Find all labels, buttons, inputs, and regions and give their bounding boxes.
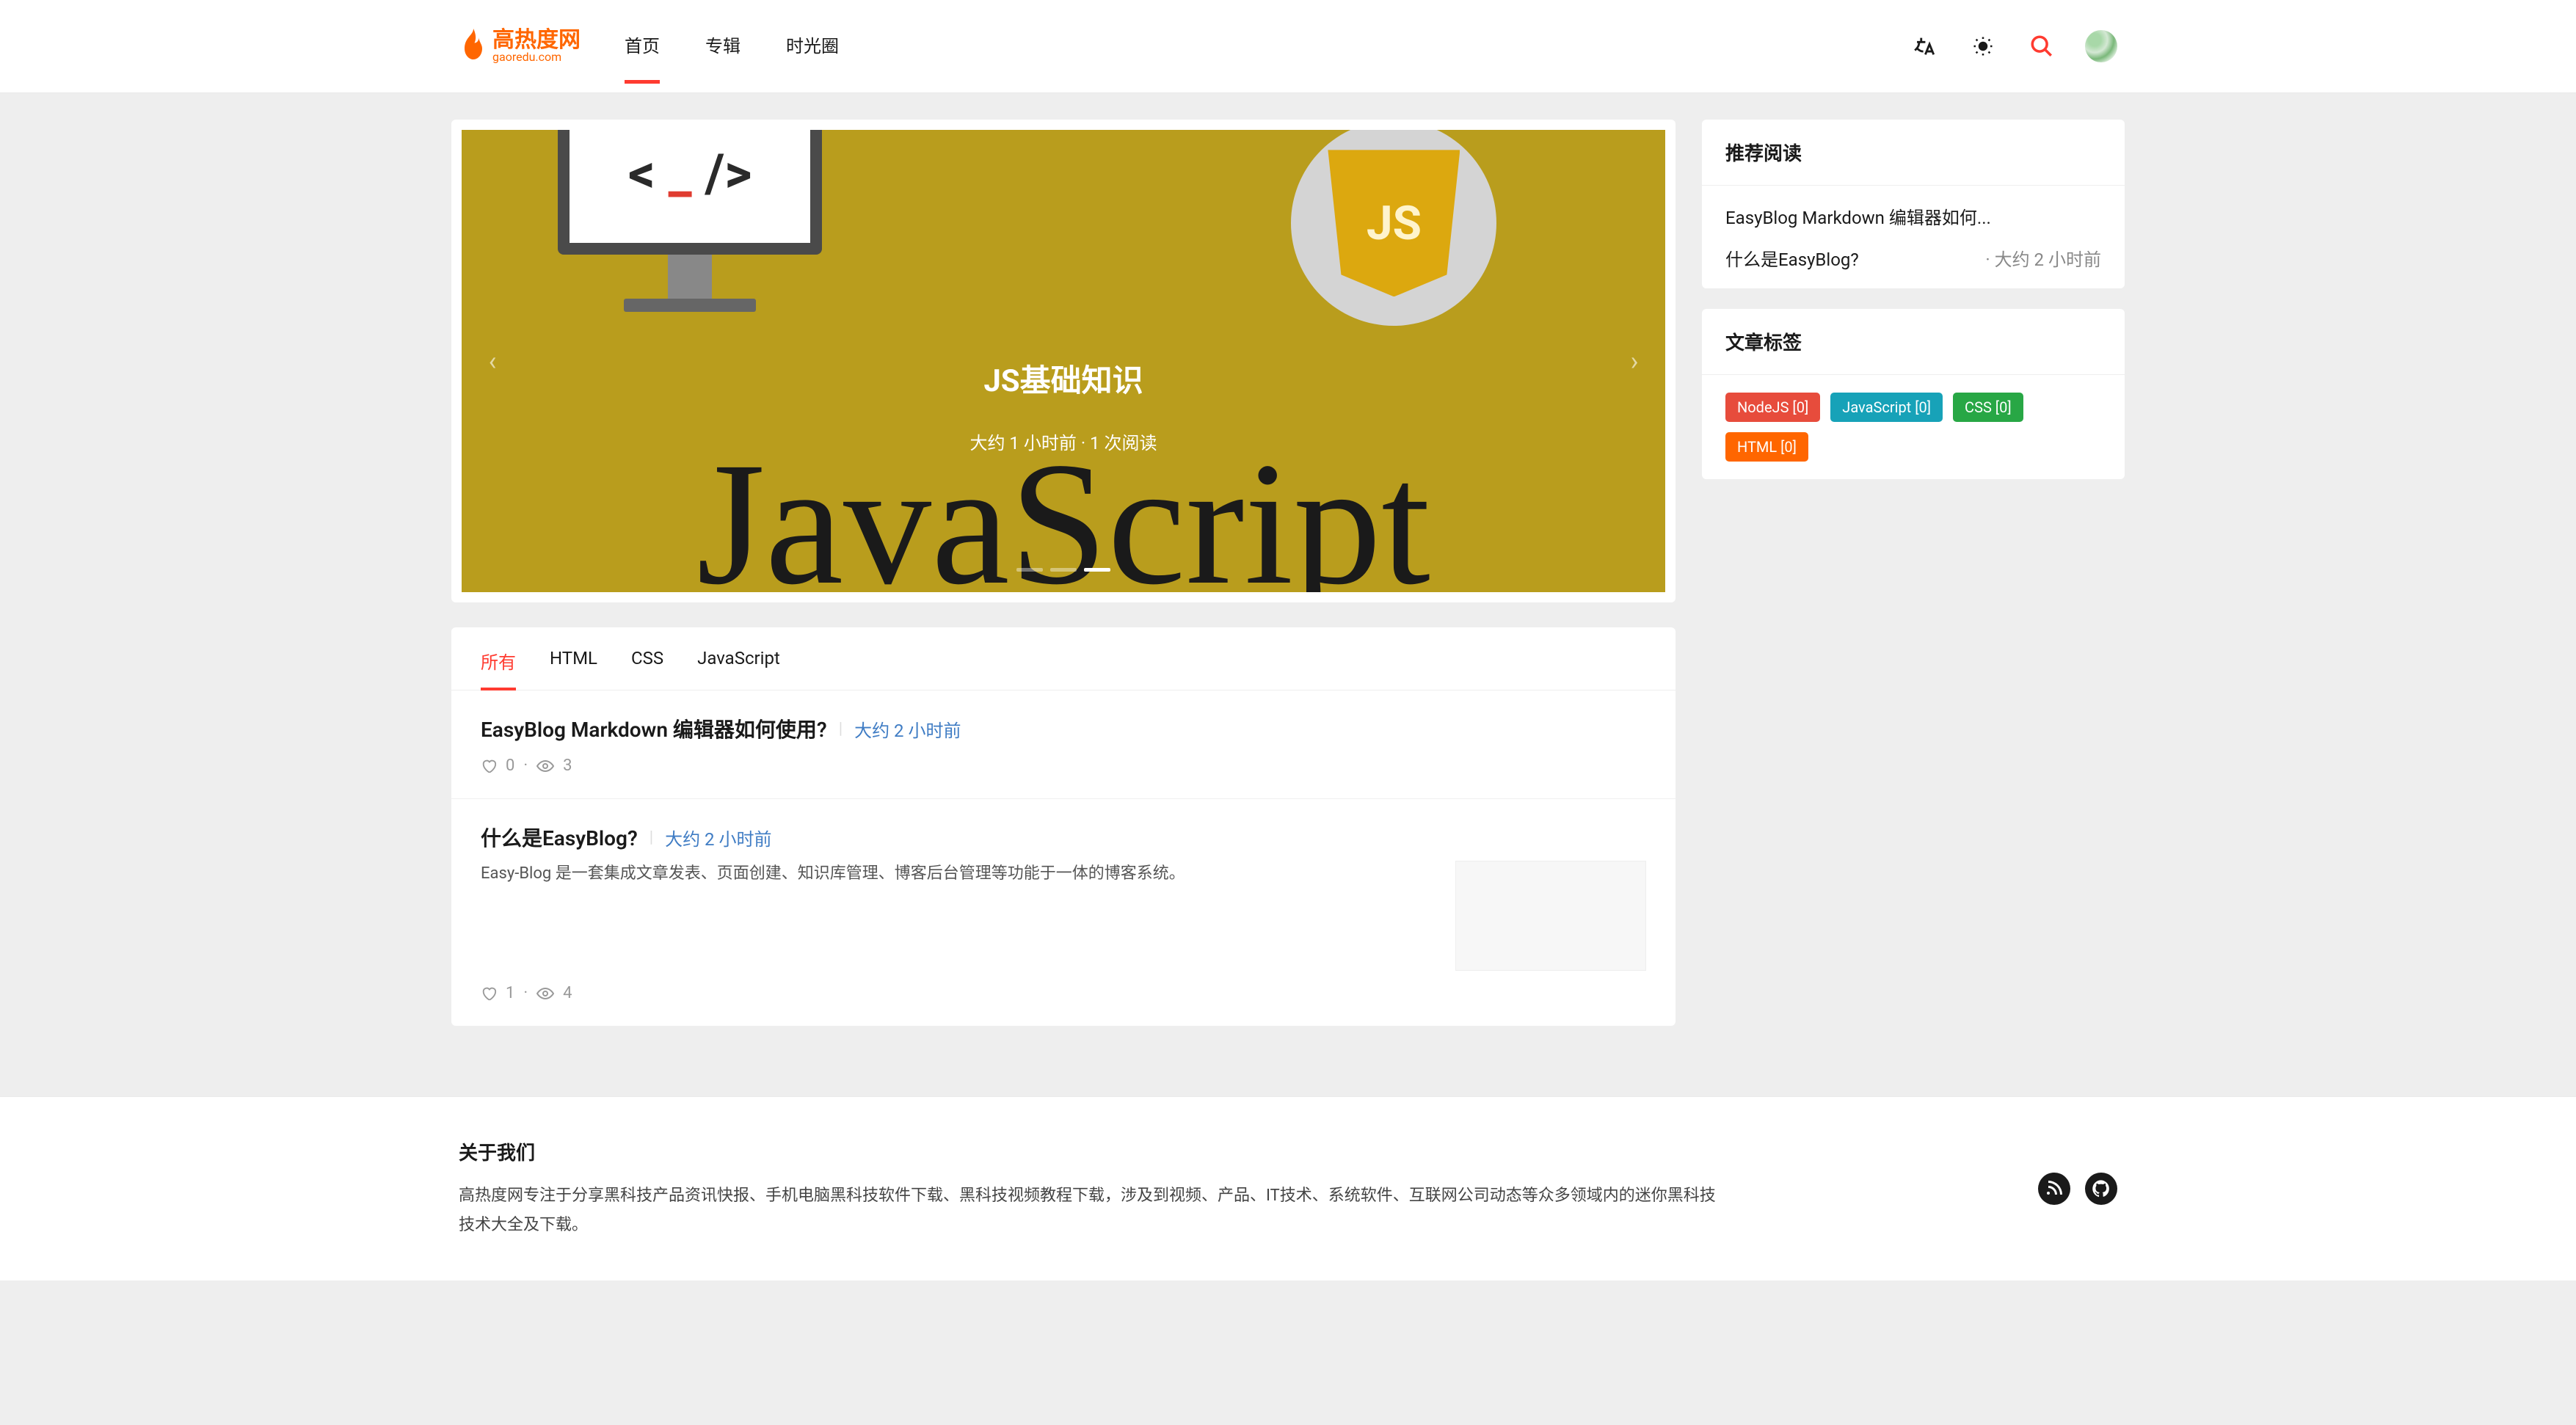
flame-icon — [459, 29, 488, 64]
tag-item[interactable]: JavaScript [0] — [1830, 393, 1943, 422]
carousel-dots — [1016, 568, 1110, 572]
translate-icon[interactable] — [1909, 31, 1940, 62]
tab-css[interactable]: CSS — [631, 648, 663, 690]
github-icon[interactable] — [2085, 1173, 2117, 1205]
site-footer: 关于我们 高热度网专注于分享黑科技产品资讯快报、手机电脑黑科技软件下载、黑科技视… — [0, 1096, 2576, 1280]
post-item: EasyBlog Markdown 编辑器如何使用?|大约 2 小时前0·3 — [451, 690, 1676, 799]
nav-item-2[interactable]: 时光圈 — [786, 32, 839, 62]
post-excerpt: Easy-Blog 是一套集成文章发表、页面创建、知识库管理、博客后台管理等功能… — [481, 861, 1433, 886]
view-count: 3 — [563, 757, 572, 775]
tab-javascript[interactable]: JavaScript — [697, 648, 780, 690]
tag-list: NodeJS [0] JavaScript [0] CSS [0] HTML [0] — [1725, 393, 2101, 462]
tab-html[interactable]: HTML — [550, 648, 597, 690]
like-count: 1 — [506, 984, 514, 1002]
carousel-next-button[interactable]: › — [1620, 346, 1649, 376]
recommended-list: EasyBlog Markdown 编辑器如何... 什么是EasyBlog? · … — [1702, 186, 2125, 288]
footer-text: 高热度网专注于分享黑科技产品资讯快报、手机电脑黑科技软件下载、黑科技视频教程下载… — [459, 1181, 1721, 1239]
post-list: EasyBlog Markdown 编辑器如何使用?|大约 2 小时前0·3什么… — [451, 690, 1676, 1026]
eye-icon — [536, 757, 554, 775]
category-tabs: 所有 HTML CSS JavaScript — [451, 627, 1676, 690]
carousel-meta: 大约 1 小时前 · 1 次阅读 — [969, 429, 1157, 454]
rss-icon[interactable] — [2038, 1173, 2070, 1205]
carousel-dot[interactable] — [1084, 568, 1110, 572]
carousel-dot[interactable] — [1016, 568, 1043, 572]
user-avatar[interactable] — [2085, 30, 2117, 62]
search-icon[interactable] — [2026, 31, 2057, 62]
rec-title[interactable]: EasyBlog Markdown 编辑器如何... — [1725, 203, 2101, 229]
recommended-title: 推荐阅读 — [1702, 120, 2125, 186]
post-title[interactable]: 什么是EasyBlog? — [481, 823, 638, 852]
carousel-title[interactable]: JS基础知识 — [983, 356, 1143, 401]
post-title[interactable]: EasyBlog Markdown 编辑器如何使用? — [481, 714, 827, 743]
post-item: 什么是EasyBlog?|大约 2 小时前Easy-Blog 是一套集成文章发表… — [451, 799, 1676, 1026]
recommended-item[interactable]: 什么是EasyBlog? · 大约 2 小时前 — [1725, 245, 2101, 271]
hero-carousel: < _ /> JS JavaScript JS基础知识 大约 1 小时前 · 1… — [451, 120, 1676, 602]
rec-title[interactable]: 什么是EasyBlog? — [1725, 245, 1973, 271]
recommended-item[interactable]: EasyBlog Markdown 编辑器如何... — [1725, 203, 2101, 229]
js-badge-text: JS — [1367, 196, 1422, 251]
tag-item[interactable]: CSS [0] — [1953, 393, 2023, 422]
recommended-card: 推荐阅读 EasyBlog Markdown 编辑器如何... 什么是EasyBl… — [1702, 120, 2125, 288]
main-nav: 首页 专辑 时光圈 — [625, 32, 839, 62]
site-logo[interactable]: 高热度网 gaoredu.com — [459, 29, 581, 64]
heart-icon[interactable] — [481, 758, 497, 774]
posts-card: 所有 HTML CSS JavaScript EasyBlog Markdown 编辑… — [451, 627, 1676, 1026]
theme-toggle-icon[interactable] — [1968, 31, 1998, 62]
logo-text-cn: 高热度网 — [492, 29, 581, 51]
logo-text-en: gaoredu.com — [492, 51, 581, 63]
tags-title: 文章标签 — [1702, 309, 2125, 375]
tags-card: 文章标签 NodeJS [0] JavaScript [0] CSS [0] HTML… — [1702, 309, 2125, 479]
like-count: 0 — [506, 757, 514, 775]
view-count: 4 — [563, 984, 572, 1002]
post-time: 大约 2 小时前 — [854, 716, 961, 742]
nav-item-1[interactable]: 专辑 — [705, 32, 741, 62]
post-thumbnail[interactable] — [1455, 861, 1646, 971]
nav-item-0[interactable]: 首页 — [625, 32, 660, 62]
tab-所有[interactable]: 所有 — [481, 648, 516, 690]
site-header: 高热度网 gaoredu.com 首页 专辑 时光圈 — [0, 0, 2576, 93]
carousel-dot[interactable] — [1050, 568, 1077, 572]
footer-title: 关于我们 — [459, 1138, 1721, 1165]
tag-item[interactable]: HTML [0] — [1725, 432, 1808, 462]
carousel-prev-button[interactable]: ‹ — [478, 346, 507, 376]
post-time: 大约 2 小时前 — [665, 825, 771, 850]
rec-time: · 大约 2 小时前 — [1985, 245, 2101, 271]
heart-icon[interactable] — [481, 985, 497, 1002]
tag-item[interactable]: NodeJS [0] — [1725, 393, 1820, 422]
eye-icon — [536, 985, 554, 1002]
